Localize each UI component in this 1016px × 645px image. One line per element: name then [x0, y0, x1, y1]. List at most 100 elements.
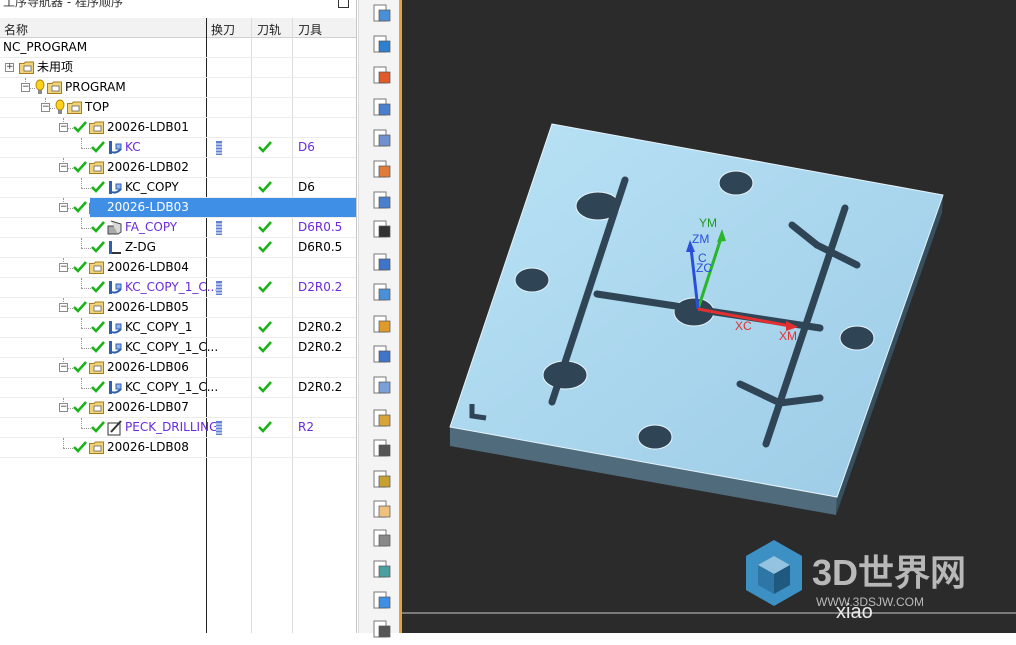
collapse-icon[interactable]: − — [59, 163, 68, 172]
path-ok-icon — [258, 280, 272, 300]
row-label[interactable]: KC_COPY_1_C... — [125, 338, 218, 357]
tree-row[interactable]: − TOP — [0, 98, 356, 118]
cavity-mill-icon — [107, 140, 123, 156]
tool-cell — [293, 438, 356, 457]
tool-name: D6 — [298, 140, 315, 154]
tool-cell: D6 — [293, 138, 356, 157]
tool-list-icon[interactable] — [370, 96, 394, 120]
tree-row[interactable]: − 20026-LDB02 — [0, 158, 356, 178]
row-label[interactable]: 20026-LDB06 — [107, 358, 189, 377]
collapse-icon[interactable]: − — [21, 83, 30, 92]
row-label[interactable]: 20026-LDB05 — [107, 298, 189, 317]
wrench-gear-icon[interactable] — [370, 407, 394, 431]
row-label[interactable]: 20026-LDB08 — [107, 438, 189, 457]
tree-row[interactable]: 20026-LDB08 — [0, 438, 356, 458]
row-label[interactable]: 20026-LDB03 — [107, 198, 189, 217]
tool-cell — [293, 118, 356, 137]
column-toolchange[interactable]: 换刀 — [211, 21, 235, 38]
tree-row[interactable]: KC_COPY_1 D2R0.2 — [0, 318, 356, 338]
reuse-library-icon[interactable] — [370, 374, 394, 398]
path-cell — [252, 78, 293, 97]
collapse-icon[interactable]: − — [59, 303, 68, 312]
row-label[interactable]: KC_COPY_1_C... — [125, 278, 218, 297]
roles-icon[interactable] — [370, 343, 394, 367]
tree-row[interactable]: − 20026-LDB05 — [0, 298, 356, 318]
row-label[interactable]: 20026-LDB02 — [107, 158, 189, 177]
tool-cell: D2R0.2 — [293, 338, 356, 357]
tree-row[interactable]: KC_COPY_1_C... D2R0.2 — [0, 338, 356, 358]
tree-row[interactable]: NC_PROGRAM — [0, 38, 356, 58]
row-label[interactable]: 20026-LDB07 — [107, 398, 189, 417]
column-path[interactable]: 刀轨 — [257, 21, 281, 38]
row-label[interactable]: KC_COPY_1_C... — [125, 378, 218, 397]
tree-row[interactable]: − PROGRAM — [0, 78, 356, 98]
tool-name: R2 — [298, 420, 314, 434]
text-icon[interactable] — [370, 437, 394, 461]
graphics-viewport[interactable]: YM ZM C ZC XC XM 3D世界网 WWW.3DSJW.COM xia… — [402, 0, 1016, 633]
tree-row[interactable]: − 20026-LDB07 — [0, 398, 356, 418]
toolchange-cell — [206, 398, 252, 417]
row-label[interactable]: Z-DG — [125, 238, 156, 257]
row-label[interactable]: 20026-LDB01 — [107, 118, 189, 137]
collapse-icon[interactable]: − — [59, 403, 68, 412]
layer-icon[interactable] — [370, 558, 394, 582]
row-label[interactable]: KC_COPY — [125, 178, 179, 197]
toolchange-cell — [206, 178, 252, 197]
tree-row[interactable]: + 未用项 — [0, 58, 356, 78]
printer-icon[interactable] — [370, 618, 394, 642]
tree-row[interactable]: − 20026-LDB06 — [0, 358, 356, 378]
collapse-icon[interactable]: − — [59, 263, 68, 272]
program-folder-icon — [89, 161, 104, 174]
row-label[interactable]: PECK_DRILLING — [125, 418, 218, 437]
tool-cell: D6R0.5 — [293, 218, 356, 237]
tree-row[interactable]: − 20026-LDB01 — [0, 118, 356, 138]
tree-row[interactable]: KC_COPY_1_C... D2R0.2 — [0, 278, 356, 300]
tree-row[interactable]: KC_COPY D6 — [0, 178, 356, 198]
tree-row[interactable]: FA_COPY D6R0.5 — [0, 218, 356, 238]
tree-row[interactable]: KC_COPY_1_C... D2R0.2 — [0, 378, 356, 398]
path-ok-icon — [258, 420, 272, 440]
row-label[interactable]: FA_COPY — [125, 218, 177, 237]
path-cell — [252, 318, 293, 337]
cavity-mill-icon[interactable] — [370, 158, 394, 182]
row-label[interactable]: PROGRAM — [65, 78, 126, 97]
tree-row[interactable]: − 20026-LDB04 — [0, 258, 356, 278]
sheet-icon[interactable] — [370, 498, 394, 522]
machining-method-icon[interactable] — [370, 127, 394, 151]
check-icon — [73, 260, 87, 274]
tool-path-icon[interactable] — [370, 218, 394, 242]
expand-icon[interactable]: + — [5, 63, 14, 72]
tool-cell — [293, 298, 356, 317]
row-label[interactable]: KC_COPY_1 — [125, 318, 192, 337]
clipboard-icon[interactable] — [370, 33, 394, 57]
column-name[interactable]: 名称 — [4, 21, 28, 38]
row-label[interactable]: NC_PROGRAM — [3, 38, 87, 57]
tool-settings-icon[interactable] — [370, 251, 394, 275]
program-order-icon[interactable] — [370, 189, 394, 213]
page-icon[interactable] — [370, 527, 394, 551]
pencil-icon[interactable] — [370, 468, 394, 492]
tree-row[interactable]: PECK_DRILLING R2 — [0, 418, 356, 440]
part-navigator-icon[interactable] — [370, 64, 394, 88]
row-label[interactable]: 20026-LDB04 — [107, 258, 189, 277]
tree-row[interactable]: − 20026-LDB03 — [0, 198, 356, 218]
feature-icon[interactable] — [370, 281, 394, 305]
simulation-icon[interactable] — [370, 313, 394, 337]
row-label[interactable]: TOP — [85, 98, 109, 117]
tool-cell: D2R0.2 — [293, 378, 356, 397]
tree-row[interactable]: KC D6 — [0, 138, 356, 158]
geometry-view-icon[interactable] — [370, 2, 394, 26]
tree-row[interactable]: Z-DG D6R0.5 — [0, 238, 356, 258]
collapse-icon[interactable]: − — [59, 363, 68, 372]
maximize-icon[interactable] — [338, 0, 349, 8]
check-icon — [73, 200, 87, 214]
collapse-icon[interactable]: − — [59, 203, 68, 212]
column-tool[interactable]: 刀具 — [298, 21, 322, 38]
collapse-icon[interactable]: − — [59, 123, 68, 132]
palette-icon[interactable] — [370, 589, 394, 613]
collapse-icon[interactable]: − — [41, 103, 50, 112]
row-label[interactable]: KC — [125, 138, 141, 157]
tool-cell: D6R0.5 — [293, 238, 356, 257]
row-label[interactable]: 未用项 — [37, 58, 73, 77]
tool-name: D6R0.5 — [298, 220, 343, 234]
